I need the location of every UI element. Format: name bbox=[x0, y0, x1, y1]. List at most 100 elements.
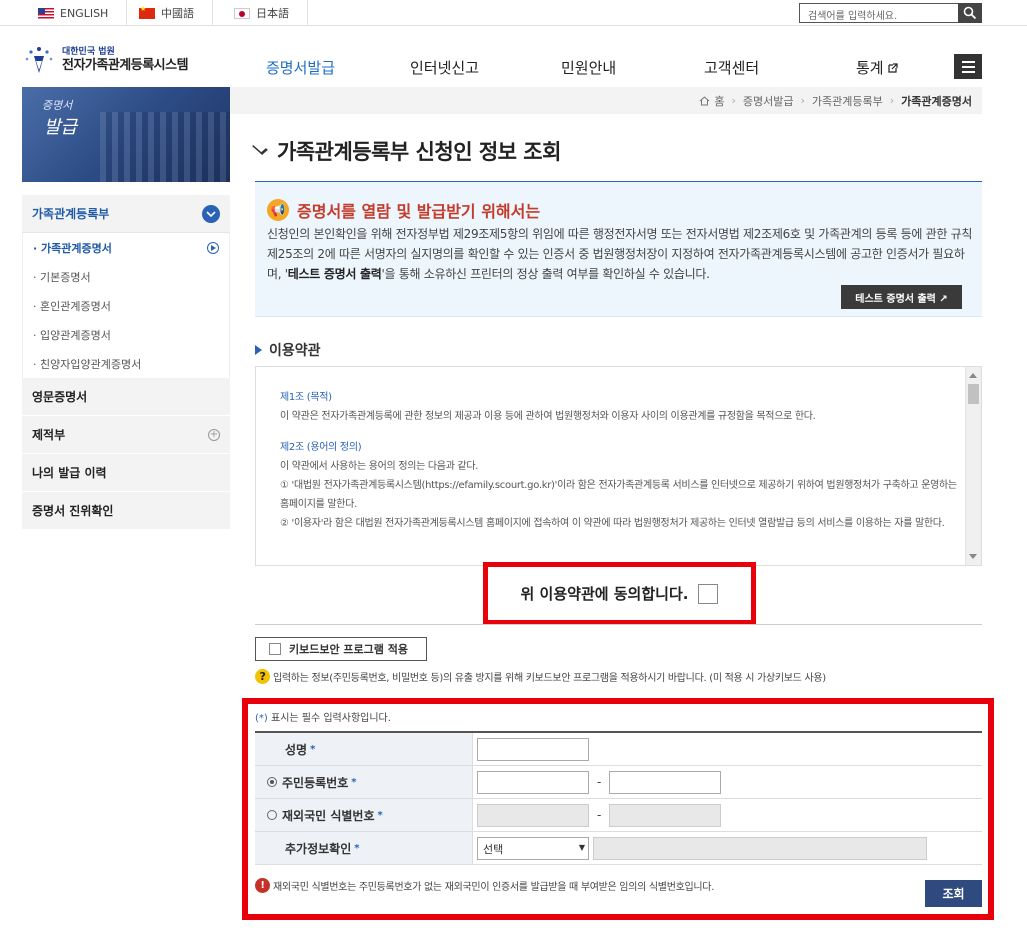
search-icon bbox=[963, 6, 977, 20]
foreign-id-front-input[interactable] bbox=[477, 803, 589, 827]
terms-agree-label: 위 이용약관에 동의합니다. bbox=[520, 585, 689, 603]
notice-body: 신청인의 본인확인을 위해 전자정부법 제29조제5항의 위임에 따른 행정전자… bbox=[267, 227, 973, 281]
form-label: 추가정보확인 * bbox=[255, 832, 473, 864]
page-title: 가족관계등록부 신청인 정보 조회 bbox=[252, 136, 561, 166]
chevron-right-icon bbox=[207, 241, 219, 254]
sidebar-sub-list: · 가족관계증명서 · 기본증명서 · 혼인관계증명서 · 입양관계증명서 · … bbox=[22, 233, 230, 378]
lang-chinese[interactable]: 中國語 bbox=[139, 0, 213, 26]
terms-scroll-box[interactable]: 제1조 (목적) 이 약관은 전자가족관계등록에 관한 정보의 제공과 이용 등… bbox=[255, 366, 982, 566]
sidebar-item-issue-history[interactable]: 나의 발급 이력 bbox=[22, 454, 230, 492]
lang-english[interactable]: ENGLISH bbox=[38, 0, 128, 26]
nav-civil-guide[interactable]: 민원안내 bbox=[561, 57, 616, 78]
terms-article-title: 제2조 (용어의 정의) bbox=[280, 442, 362, 453]
terms-article-body: 이 약관에서 사용하는 용어의 정의는 다음과 같다. bbox=[280, 461, 479, 472]
rrn-back-input[interactable] bbox=[609, 770, 722, 794]
sidebar-sub-family-relation[interactable]: · 가족관계증명서 bbox=[23, 233, 229, 262]
notice-heading: 📢 증명서를 열람 및 발급받기 위해서는 bbox=[267, 198, 540, 222]
scroll-down-icon[interactable] bbox=[969, 554, 977, 559]
form-row-rrn: 주민등록번호 * - bbox=[255, 766, 982, 799]
terms-article-body: ① '대법원 전자가족관계등록시스템(https://efamily.scour… bbox=[280, 480, 957, 510]
nav-customer-center[interactable]: 고객센터 bbox=[704, 57, 759, 78]
sidebar-menu: 가족관계등록부 · 가족관계증명서 · 기본증명서 · 혼인관계증명서 · 입양… bbox=[22, 195, 230, 530]
breadcrumb-item[interactable]: 증명서발급 bbox=[743, 93, 794, 109]
keyboard-security-checkbox[interactable] bbox=[269, 643, 281, 655]
test-print-button[interactable]: 테스트 증명서 출력 ↗ bbox=[841, 285, 962, 309]
terms-content: 제1조 (목적) 이 약관은 전자가족관계등록에 관한 정보의 제공과 이용 등… bbox=[280, 388, 960, 533]
warning-icon: ! bbox=[255, 878, 270, 893]
name-input[interactable] bbox=[477, 737, 589, 761]
form-row-foreign-id: 재외국민 식별번호 * - bbox=[255, 799, 982, 832]
terms-article-body: 이 약관은 전자가족관계등록에 관한 정보의 제공과 이용 등에 관하여 법원행… bbox=[280, 411, 816, 422]
logo-title: 전자가족관계등록시스템 bbox=[62, 57, 189, 73]
home-icon bbox=[700, 95, 710, 105]
lang-japanese-label: 日本語 bbox=[256, 7, 289, 20]
sidebar-sub-basic[interactable]: · 기본증명서 bbox=[23, 262, 229, 291]
search-button[interactable] bbox=[958, 3, 982, 23]
lang-japanese[interactable]: 日本語 bbox=[234, 0, 308, 26]
terms-section-title: 이용약관 bbox=[255, 340, 321, 360]
lang-english-label: ENGLISH bbox=[60, 6, 109, 20]
nav-certificate[interactable]: 증명서발급 bbox=[266, 57, 335, 78]
scroll-thumb[interactable] bbox=[968, 384, 979, 404]
megaphone-icon: 📢 bbox=[267, 199, 289, 221]
terms-article-title: 제1조 (목적) bbox=[280, 392, 332, 403]
sidebar-item-verify[interactable]: 증명서 진위확인 bbox=[22, 492, 230, 530]
lang-chinese-label: 中國語 bbox=[161, 7, 194, 20]
rrn-front-input[interactable] bbox=[477, 770, 589, 794]
form-label: 성명 * bbox=[255, 733, 473, 765]
terms-scrollbar[interactable] bbox=[965, 367, 981, 565]
scroll-up-icon[interactable] bbox=[969, 373, 977, 378]
applicant-form-table: 성명 * 주민등록번호 * - 재외국민 식별번호 * - 추가정보확인 * 선… bbox=[255, 731, 982, 865]
breadcrumb-current: 가족관계증명서 bbox=[901, 94, 972, 108]
search-input[interactable]: 검색어를 입력하세요. bbox=[799, 3, 959, 23]
notice-box: 📢 증명서를 열람 및 발급받기 위해서는 신청인의 본인확인을 위해 전자정부… bbox=[255, 182, 982, 317]
extra-info-select[interactable]: 선택 bbox=[477, 836, 589, 860]
hamburger-icon bbox=[961, 60, 975, 63]
cn-flag-icon bbox=[139, 5, 155, 19]
top-language-bar: ENGLISH 中國語 日本語 검색어를 입력하세요. bbox=[0, 0, 1027, 26]
sidebar-sub-adoption[interactable]: · 입양관계증명서 bbox=[23, 320, 229, 349]
question-icon: ? bbox=[255, 669, 270, 684]
keyboard-security-toggle[interactable]: 키보드보안 프로그램 적용 bbox=[255, 637, 427, 661]
sidebar-head-label: 가족관계등록부 bbox=[32, 207, 110, 221]
plus-icon: + bbox=[208, 428, 220, 441]
sidebar-item-removed-register[interactable]: 제적부 + bbox=[22, 416, 230, 454]
logo-subtitle: 대한민국 법원 bbox=[62, 46, 115, 57]
form-label[interactable]: 주민등록번호 * bbox=[255, 766, 473, 798]
required-note: (*) 표시는 필수 입력사항입니다. bbox=[255, 713, 391, 724]
jp-flag-icon bbox=[234, 7, 250, 19]
breadcrumb-home[interactable]: 홈 bbox=[714, 93, 724, 109]
section-divider bbox=[255, 624, 982, 625]
title-accent-icon bbox=[252, 141, 268, 155]
terms-article-body: ② '이용자'라 함은 대법원 전자가족관계등록시스템 홈페이지에 접속하여 이… bbox=[280, 518, 945, 529]
external-link-icon bbox=[888, 63, 898, 73]
books-decoration bbox=[100, 112, 230, 182]
terms-agree-checkbox[interactable] bbox=[698, 583, 719, 604]
site-header: 대한민국 법원 전자가족관계등록시스템 증명서발급 인터넷신고 민원안내 고객센… bbox=[0, 27, 1027, 85]
sidebar-item-english-cert[interactable]: 영문증명서 bbox=[22, 378, 230, 416]
banner-text-2: 발급 bbox=[44, 117, 78, 138]
sidebar-sub-full-adoption[interactable]: · 친양자입양관계증명서 bbox=[23, 349, 229, 378]
rrn-radio[interactable] bbox=[267, 777, 277, 787]
form-row-name: 성명 * bbox=[255, 733, 982, 766]
nav-statistics[interactable]: 통계 bbox=[856, 57, 898, 78]
sidebar-item-family-register[interactable]: 가족관계등록부 bbox=[22, 195, 230, 233]
site-logo[interactable]: 대한민국 법원 전자가족관계등록시스템 bbox=[22, 43, 189, 77]
hamburger-menu-button[interactable] bbox=[954, 54, 982, 79]
breadcrumb-item[interactable]: 가족관계등록부 bbox=[812, 93, 883, 109]
sidebar-sub-marriage[interactable]: · 혼인관계증명서 bbox=[23, 291, 229, 320]
form-row-extra: 추가정보확인 * 선택 bbox=[255, 832, 982, 865]
court-logo-icon bbox=[25, 47, 53, 73]
banner-text-1: 증명서 bbox=[42, 99, 73, 112]
form-label[interactable]: 재외국민 식별번호 * bbox=[255, 799, 473, 831]
nav-internet-report[interactable]: 인터넷신고 bbox=[410, 57, 479, 78]
breadcrumb: 홈 › 증명서발급 › 가족관계등록부 › 가족관계증명서 bbox=[230, 87, 982, 114]
keyboard-security-note: ? 입력하는 정보(주민등록번호, 비밀번호 등)의 유출 방지를 위해 키보드… bbox=[255, 669, 826, 684]
us-flag-icon bbox=[38, 7, 54, 19]
extra-info-input[interactable] bbox=[593, 836, 927, 860]
foreign-id-back-input[interactable] bbox=[609, 803, 722, 827]
submit-lookup-button[interactable]: 조회 bbox=[925, 880, 982, 907]
foreign-id-radio[interactable] bbox=[267, 810, 277, 820]
nav-statistics-label: 통계 bbox=[856, 59, 884, 77]
terms-agree-highlight: 위 이용약관에 동의합니다. bbox=[483, 562, 756, 625]
